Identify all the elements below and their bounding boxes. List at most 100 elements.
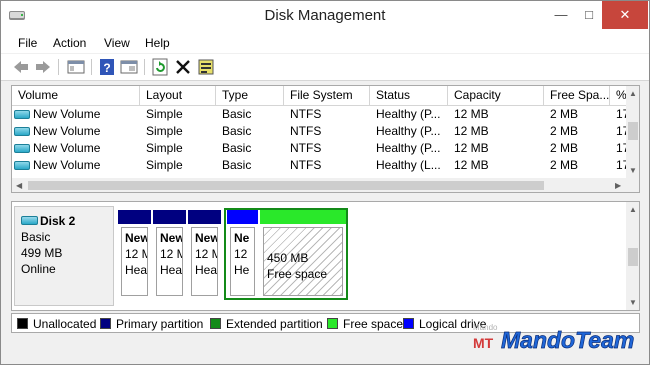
volume-row[interactable]: New Volume Simple Basic NTFS Healthy (P.… [12,106,626,123]
volume-list[interactable]: Volume Layout Type File System Status Ca… [11,85,640,193]
file-system-cell: NTFS [290,141,322,155]
percent-free-cell: 17 [616,107,626,121]
partition-color-bar [188,210,221,224]
type-cell: Basic [222,107,252,121]
menu-view[interactable]: View [104,36,130,50]
partition-title: New [195,231,218,245]
menu-help[interactable]: Help [145,36,170,50]
layout-cell: Simple [146,124,183,138]
layout-cell: Simple [146,107,183,121]
toolbar-separator [144,59,145,75]
free-space-cell: 2 MB [550,124,579,138]
partition-details: Ne 12 He [230,227,255,296]
forward-icon[interactable] [34,58,52,76]
properties-icon[interactable] [120,58,138,76]
close-button[interactable]: ✕ [602,1,648,29]
legend-label: Unallocated [33,317,97,331]
scroll-left-arrow-icon[interactable]: ◀ [16,181,22,190]
menu-file[interactable]: File [18,36,37,50]
volume-list-horizontal-scrollbar[interactable]: ◀ ▶ [12,178,639,192]
free-space-block[interactable]: 450 MB Free space [260,210,346,298]
refresh-icon[interactable] [151,58,169,76]
scroll-down-arrow-icon[interactable]: ▼ [629,166,637,175]
scroll-up-arrow-icon[interactable]: ▲ [629,89,637,98]
type-cell: Basic [222,141,252,155]
partition-size: 12 M [125,247,147,261]
help-icon[interactable]: ? [98,58,116,76]
toolbar-separator [58,59,59,75]
capacity-cell: 12 MB [454,158,489,172]
partition-color-bar [118,210,151,224]
capacity-cell: 12 MB [454,124,489,138]
volume-name: New Volume [33,158,101,172]
type-cell: Basic [222,124,252,138]
volume-name: New Volume [33,107,101,121]
menu-action[interactable]: Action [53,36,86,50]
logical-drive-block[interactable]: Ne 12 He [227,210,258,298]
column-volume[interactable]: Volume [12,86,140,105]
disk-2-info[interactable]: Disk 2 Basic 499 MB Online [14,206,114,306]
partition-block[interactable]: New 12 M Hea [118,210,151,298]
legend-swatch [327,318,338,329]
free-space-cell: 2 MB [550,158,579,172]
column-type[interactable]: Type [216,86,284,105]
scroll-down-arrow-icon[interactable]: ▼ [629,298,637,307]
status-cell: Healthy (P... [376,141,441,155]
disk-size: 499 MB [21,246,63,260]
file-system-cell: NTFS [290,124,322,138]
partition-details: New 12 M Hea [121,227,148,296]
partition-title: New [125,231,148,245]
partition-details: New 12 M Hea [191,227,218,296]
capacity-cell: 12 MB [454,141,489,155]
partition-color-bar [260,210,346,224]
delete-icon[interactable] [174,58,192,76]
rescan-icon[interactable] [197,58,215,76]
column-status[interactable]: Status [370,86,448,105]
partition-block[interactable]: New 12 M Hea [188,210,221,298]
legend-label: Extended partition [226,317,323,331]
percent-free-cell: 17 [616,124,626,138]
scroll-right-arrow-icon[interactable]: ▶ [615,181,621,190]
free-space-cell: 2 MB [550,107,579,121]
maximize-button[interactable]: □ [574,1,604,29]
volume-list-vertical-scrollbar[interactable]: ▲ ▼ [626,86,639,178]
legend-swatch [100,318,111,329]
volume-row[interactable]: New Volume Simple Basic NTFS Healthy (P.… [12,140,626,157]
toolbar-separator [91,59,92,75]
minimize-button[interactable]: — [546,1,576,29]
mandoteam-watermark-logo: Mando MT MandoTeam [473,323,635,353]
legend-swatch [210,318,221,329]
watermark-sub-text: MT [473,335,494,351]
legend-label: Primary partition [116,317,204,331]
partition-title: Ne [234,231,250,245]
legend-extended-partition: Extended partition [210,317,323,331]
volume-icon [14,161,30,170]
disk-name: Disk 2 [40,214,76,228]
volume-name-cell: New Volume [12,106,140,123]
title-bar[interactable]: Disk Management — □ ✕ [1,1,649,33]
partition-block[interactable]: New 12 M Hea [153,210,186,298]
partition-details: New 12 M Hea [156,227,183,296]
scroll-up-arrow-icon[interactable]: ▲ [629,205,637,214]
column-capacity[interactable]: Capacity [448,86,544,105]
disk-graphical-view[interactable]: Disk 2 Basic 499 MB Online New 12 M Hea … [11,201,640,311]
free-space-cell: 2 MB [550,141,579,155]
back-icon[interactable] [12,58,30,76]
console-tree-icon[interactable] [67,58,85,76]
scrollbar-thumb[interactable] [628,248,638,266]
volume-name: New Volume [33,124,101,138]
volume-list-header: Volume Layout Type File System Status Ca… [12,86,627,106]
scrollbar-thumb[interactable] [28,181,544,190]
partition-title: New [160,231,183,245]
watermark-top-text: Mando [473,323,498,332]
disk-view-vertical-scrollbar[interactable]: ▲ ▼ [626,202,639,310]
volume-row[interactable]: New Volume Simple Basic NTFS Healthy (P.… [12,123,626,140]
disk-label: Disk 2 [21,213,113,229]
column-file-system[interactable]: File System [284,86,370,105]
column-free-space[interactable]: Free Spa... [544,86,610,105]
partition-status: Hea [195,263,218,277]
volume-row[interactable]: New Volume Simple Basic NTFS Healthy (L.… [12,157,626,174]
capacity-cell: 12 MB [454,107,489,121]
column-layout[interactable]: Layout [140,86,216,105]
scrollbar-thumb[interactable] [628,122,638,140]
